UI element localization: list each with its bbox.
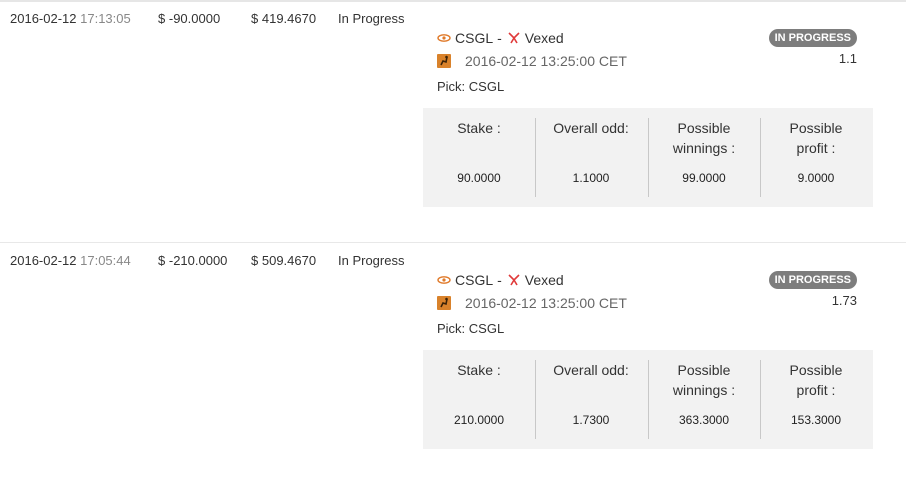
bet-status: In Progress	[338, 11, 405, 26]
status-badge: IN PROGRESS	[768, 271, 857, 289]
vs-separator: -	[497, 272, 502, 288]
stat-label: Stake :	[457, 362, 501, 378]
stat-overall-odd: Overall odd: 1.7300	[535, 350, 647, 449]
vexed-logo-icon	[508, 32, 520, 44]
stat-possible-profit: Possible profit : 153.3000	[760, 350, 872, 449]
currency-symbol: $	[251, 253, 259, 268]
bet-amount-value: -210.0000	[168, 253, 228, 268]
csgl-logo-icon	[437, 34, 451, 42]
bet-detail: CSGL - Vexed 2016-02-12 13:25:00 CET Pic…	[423, 260, 873, 460]
stat-value: 99.0000	[682, 171, 726, 185]
bet-pick: Pick: CSGL	[437, 321, 505, 336]
stat-value: 9.0000	[797, 171, 835, 185]
bet-balance-value: 509.4670	[261, 253, 317, 268]
vs-separator: -	[497, 30, 502, 46]
stat-label: Overall odd:	[553, 362, 629, 378]
bet-date: 2016-02-12	[10, 253, 77, 268]
bet-time: 17:13:05	[80, 11, 131, 26]
stat-value: 210.0000	[453, 413, 505, 427]
match-start-time: 2016-02-12 13:25:00 CET	[465, 53, 627, 69]
bet-row: 2016-02-12 17:05:44 $ -210.0000 $ 509.46…	[0, 243, 906, 480]
stat-possible-profit: Possible profit : 9.0000	[760, 108, 872, 207]
bet-balance: $ 419.4670	[251, 11, 316, 26]
stat-stake: Stake : 90.0000	[423, 108, 535, 207]
bet-stats-panel: Stake : 210.0000 Overall odd: 1.7300 Pos…	[423, 350, 873, 449]
team2-name: Vexed	[524, 30, 564, 46]
stat-possible-winnings: Possible winnings : 363.3000	[648, 350, 760, 449]
csgl-logo-icon	[437, 276, 451, 284]
match-start-time: 2016-02-12 13:25:00 CET	[465, 295, 627, 311]
bet-amount-value: -90.0000	[168, 11, 221, 26]
bet-time: 17:05:44	[80, 253, 131, 268]
stat-value: 1.7300	[572, 413, 610, 427]
stat-label: Stake :	[457, 120, 501, 136]
bet-balance: $ 509.4670	[251, 253, 316, 268]
match-line[interactable]: CSGL - Vexed	[437, 272, 564, 288]
stat-label: Possible profit :	[789, 120, 843, 156]
team2-name: Vexed	[524, 272, 564, 288]
bet-odd: 1.73	[831, 293, 857, 308]
bet-amount: $ -210.0000	[158, 253, 227, 268]
stat-value: 363.3000	[678, 413, 730, 427]
stat-value: 90.0000	[457, 171, 501, 185]
stat-label: Possible winnings :	[672, 362, 736, 398]
bet-row: 2016-02-12 17:13:05 $ -90.0000 $ 419.467…	[0, 0, 906, 242]
bet-odd: 1.1	[838, 51, 857, 66]
match-start: 2016-02-12 13:25:00 CET	[437, 53, 627, 69]
match-line[interactable]: CSGL - Vexed	[437, 30, 564, 46]
bet-history-page: 2016-02-12 17:13:05 $ -90.0000 $ 419.467…	[0, 0, 906, 480]
stat-label: Overall odd:	[553, 120, 629, 136]
stat-label: Possible profit :	[789, 362, 843, 398]
bet-detail: CSGL - Vexed 2016-02-12 13:25:00 CET Pic…	[423, 18, 873, 218]
currency-symbol: $	[158, 253, 166, 268]
stat-stake: Stake : 210.0000	[423, 350, 535, 449]
counter-strike-game-icon	[437, 54, 451, 68]
counter-strike-game-icon	[437, 296, 451, 310]
bet-datetime: 2016-02-12 17:05:44	[10, 253, 131, 268]
bet-status: In Progress	[338, 253, 405, 268]
match-start: 2016-02-12 13:25:00 CET	[437, 295, 627, 311]
bet-date: 2016-02-12	[10, 11, 77, 26]
vexed-logo-icon	[508, 274, 520, 286]
bet-stats-panel: Stake : 90.0000 Overall odd: 1.1000 Poss…	[423, 108, 873, 207]
team1-name: CSGL	[455, 272, 494, 288]
stat-overall-odd: Overall odd: 1.1000	[535, 108, 647, 207]
stat-value: 1.1000	[572, 171, 610, 185]
stat-value: 153.3000	[790, 413, 842, 427]
stat-label: Possible winnings :	[672, 120, 736, 156]
bet-amount: $ -90.0000	[158, 11, 220, 26]
status-badge: IN PROGRESS	[768, 29, 857, 47]
stat-possible-winnings: Possible winnings : 99.0000	[648, 108, 760, 207]
team1-name: CSGL	[455, 30, 494, 46]
currency-symbol: $	[251, 11, 259, 26]
bet-datetime: 2016-02-12 17:13:05	[10, 11, 131, 26]
currency-symbol: $	[158, 11, 166, 26]
bet-pick: Pick: CSGL	[437, 79, 505, 94]
bet-balance-value: 419.4670	[261, 11, 317, 26]
